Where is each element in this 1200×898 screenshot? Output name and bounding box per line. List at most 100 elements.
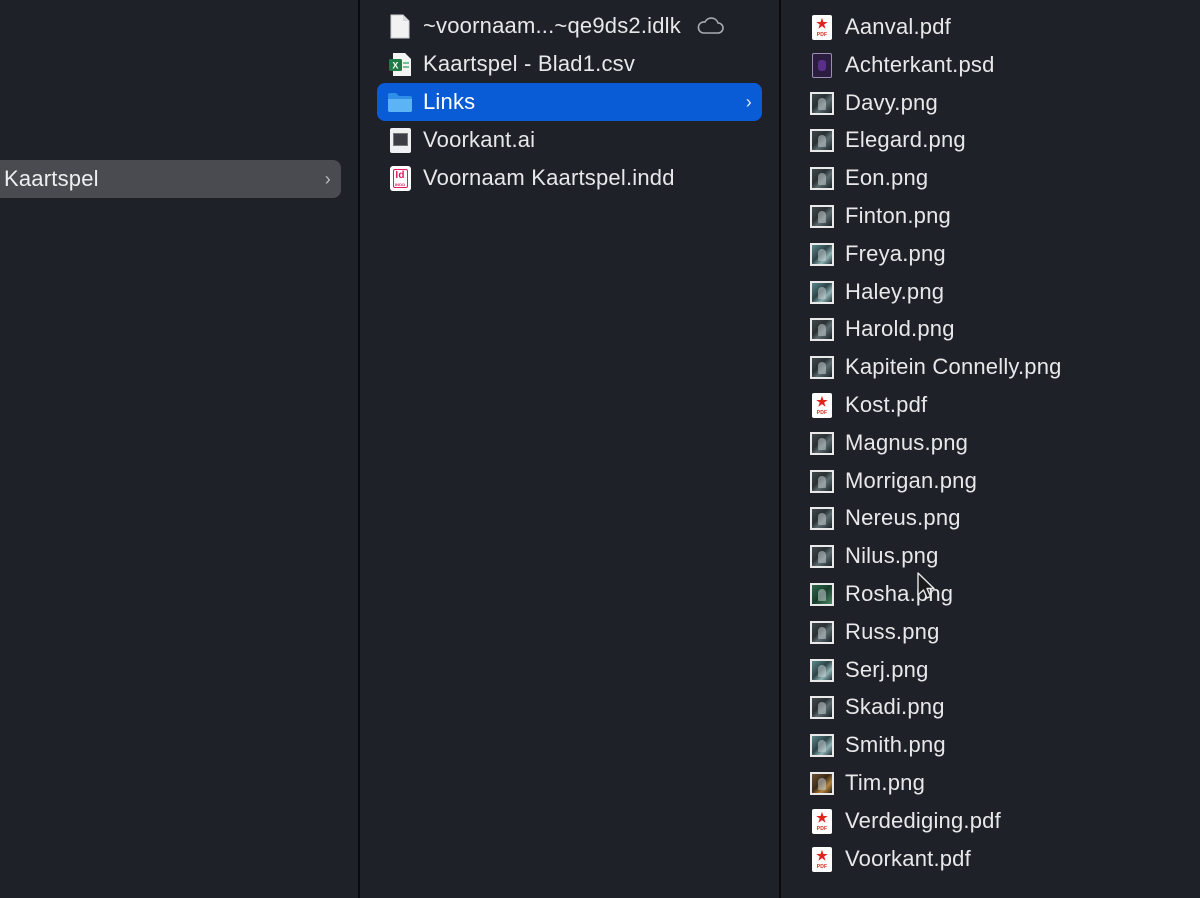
item-label: Voorkant.pdf — [845, 846, 971, 871]
item-label: Rosha.png — [845, 581, 954, 606]
item-label: ~voornaam...~qe9ds2.idlk — [423, 13, 681, 38]
list-item[interactable]: Serj.png — [809, 651, 1189, 689]
folder-item-links[interactable]: Links › — [377, 83, 762, 121]
item-label: Kapitein Connelly.png — [845, 354, 1062, 379]
links-column: ★ PDF Aanval.pdf Achterkant.psd Davy.png Eleg… — [781, 0, 1200, 898]
svg-text:X: X — [392, 60, 398, 70]
item-label: Voorkant.ai — [423, 127, 536, 152]
list-item[interactable]: Morrigan.png — [809, 462, 1189, 500]
image-icon — [809, 694, 835, 720]
item-label: Aanval.pdf — [845, 14, 951, 39]
image-icon — [809, 279, 835, 305]
pdf-icon: ★ PDF — [809, 14, 835, 40]
folder-icon — [387, 89, 413, 115]
item-label: Haley.png — [845, 279, 945, 304]
list-item[interactable]: Elegard.png — [809, 121, 1189, 159]
image-icon — [809, 203, 835, 229]
item-label: Serj.png — [845, 657, 929, 682]
image-icon — [809, 505, 835, 531]
image-icon — [809, 619, 835, 645]
list-item[interactable]: Russ.png — [809, 613, 1189, 651]
item-label: Nereus.png — [845, 505, 961, 530]
parent-item-kaartspel[interactable]: Kaartspel › — [0, 160, 341, 198]
psd-icon — [809, 52, 835, 78]
pdf-icon: ★ PDF — [809, 808, 835, 834]
item-label: Eon.png — [845, 165, 929, 190]
file-item-indd[interactable]: Id INDD Voornaam Kaartspel.indd — [377, 159, 762, 197]
pdf-text: PDF — [816, 825, 828, 832]
image-icon — [809, 90, 835, 116]
image-icon — [809, 241, 835, 267]
cloud-icon[interactable] — [695, 16, 725, 36]
image-icon — [809, 543, 835, 569]
chevron-right-icon: › — [324, 168, 331, 189]
list-item[interactable]: Rosha.png — [809, 575, 1189, 613]
pdf-text: PDF — [816, 863, 828, 870]
item-label: Kost.pdf — [845, 392, 928, 417]
file-item-csv[interactable]: X Kaartspel - Blad1.csv — [377, 45, 762, 83]
list-item[interactable]: Smith.png — [809, 726, 1189, 764]
image-icon — [809, 732, 835, 758]
list-item[interactable]: Finton.png — [809, 197, 1189, 235]
parent-column: Kaartspel › — [0, 0, 358, 898]
item-label: Russ.png — [845, 619, 940, 644]
list-item[interactable]: Haley.png — [809, 273, 1189, 311]
list-item[interactable]: Kapitein Connelly.png — [809, 348, 1189, 386]
list-item[interactable]: Harold.png — [809, 310, 1189, 348]
indd-mark: Id — [395, 169, 405, 181]
item-label: Tim.png — [845, 770, 926, 795]
list-item[interactable]: ★ PDF Voorkant.pdf — [809, 840, 1189, 878]
image-icon — [809, 657, 835, 683]
image-icon — [809, 581, 835, 607]
list-item[interactable]: Skadi.png — [809, 688, 1189, 726]
item-label: Nilus.png — [845, 543, 939, 568]
file-item-ai[interactable]: Voorkant.ai — [377, 121, 762, 159]
document-icon — [387, 13, 413, 39]
image-icon — [809, 430, 835, 456]
file-item-idlk[interactable]: ~voornaam...~qe9ds2.idlk — [377, 7, 762, 45]
list-item[interactable]: ★ PDF Kost.pdf — [809, 386, 1189, 424]
item-label: Morrigan.png — [845, 468, 978, 493]
excel-icon: X — [387, 51, 413, 77]
image-icon — [809, 354, 835, 380]
item-label: Verdediging.pdf — [845, 808, 1001, 833]
list-item[interactable]: Nilus.png — [809, 537, 1189, 575]
chevron-right-icon: › — [745, 91, 752, 112]
list-item[interactable]: ★ PDF Aanval.pdf — [809, 8, 1189, 46]
item-label: Links — [423, 89, 476, 114]
pdf-text: PDF — [816, 409, 828, 416]
item-label: Harold.png — [845, 316, 955, 341]
image-icon — [809, 127, 835, 153]
illustrator-icon — [387, 127, 413, 153]
list-item[interactable]: Tim.png — [809, 764, 1189, 802]
pdf-icon: ★ PDF — [809, 392, 835, 418]
indd-text: INDD — [394, 181, 406, 187]
list-item[interactable]: Magnus.png — [809, 424, 1189, 462]
item-label: Skadi.png — [845, 694, 945, 719]
finder-window: Kaartspel › ~voornaam...~qe9ds2.idlk X K… — [0, 0, 1200, 898]
indesign-icon: Id INDD — [387, 165, 413, 191]
item-label: Freya.png — [845, 241, 946, 266]
item-label: Elegard.png — [845, 127, 966, 152]
list-item[interactable]: Davy.png — [809, 84, 1189, 122]
item-label: Davy.png — [845, 90, 938, 115]
pdf-icon: ★ PDF — [809, 846, 835, 872]
image-icon — [809, 165, 835, 191]
item-label: Finton.png — [845, 203, 951, 228]
item-label: Voornaam Kaartspel.indd — [423, 165, 675, 190]
image-icon — [809, 468, 835, 494]
list-item[interactable]: Eon.png — [809, 159, 1189, 197]
current-column: ~voornaam...~qe9ds2.idlk X Kaartspel - B… — [360, 0, 779, 898]
list-item[interactable]: Freya.png — [809, 235, 1189, 273]
item-label: Magnus.png — [845, 430, 969, 455]
item-label: Achterkant.psd — [845, 52, 995, 77]
image-icon — [809, 770, 835, 796]
item-label: Kaartspel — [4, 166, 99, 191]
item-label: Kaartspel - Blad1.csv — [423, 51, 636, 76]
pdf-text: PDF — [816, 31, 828, 38]
item-label: Smith.png — [845, 732, 946, 757]
image-icon — [809, 316, 835, 342]
list-item[interactable]: ★ PDF Verdediging.pdf — [809, 802, 1189, 840]
list-item[interactable]: Achterkant.psd — [809, 46, 1189, 84]
list-item[interactable]: Nereus.png — [809, 499, 1189, 537]
